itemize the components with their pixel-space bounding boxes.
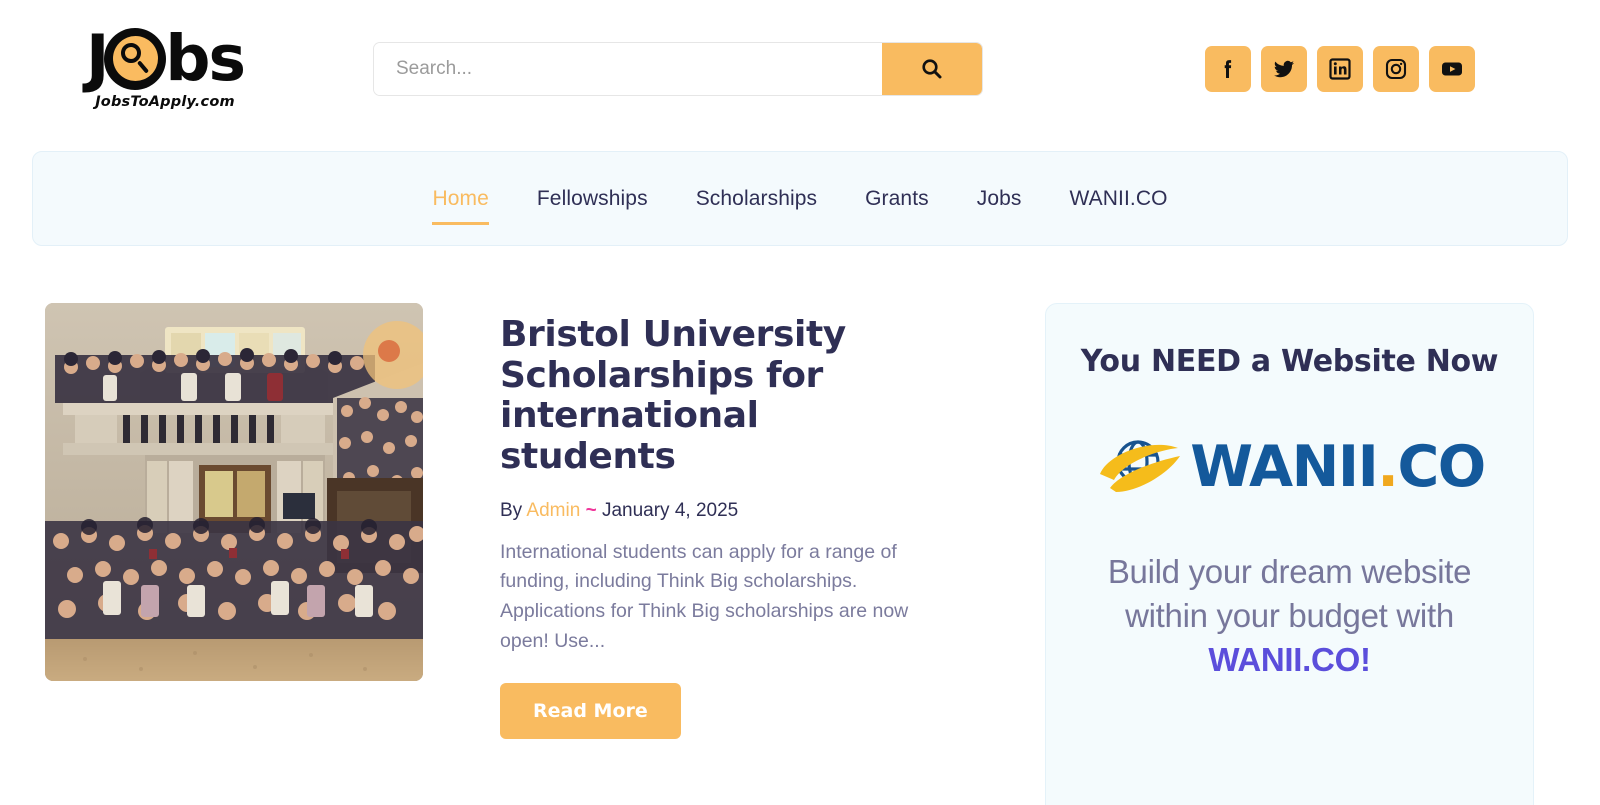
ad-tagline-suffix: ! — [1359, 640, 1371, 678]
post-title[interactable]: Bristol University Scholarships for inte… — [500, 314, 943, 478]
post-details: Bristol University Scholarships for inte… — [423, 303, 943, 740]
magnifier-in-circle-icon — [104, 27, 167, 90]
wanii-dot: . — [1377, 433, 1399, 500]
linkedin-icon — [1329, 57, 1351, 80]
post-author[interactable]: Admin — [526, 500, 580, 521]
ad-tagline-prefix: Build your dream website within your bud… — [1107, 553, 1472, 634]
social-link-youtube[interactable] — [1429, 45, 1475, 92]
ad-tagline-brand: WANII.CO — [1208, 640, 1360, 678]
post-thumbnail[interactable] — [45, 303, 423, 681]
logo-wordmark: J bs — [86, 21, 246, 95]
social-link-linkedin[interactable] — [1317, 45, 1363, 92]
logo-letters-bs: bs — [165, 21, 246, 95]
nav-item-grants[interactable]: Grants — [841, 187, 953, 211]
post-meta-separator: ~ — [585, 499, 597, 521]
logo-subtitle: JobsToApply.com — [95, 93, 235, 110]
post-card: Bristol University Scholarships for inte… — [32, 303, 1032, 740]
social-link-twitter[interactable] — [1261, 45, 1307, 92]
ad-headline: You NEED a Website Now — [1080, 344, 1499, 379]
sidebar-advertisement: You NEED a Website Now WANII.CO Build yo… — [1045, 303, 1534, 805]
ad-tagline: Build your dream website within your bud… — [1072, 550, 1507, 682]
main-navigation: Home Fellowships Scholarships Grants Job… — [32, 151, 1568, 246]
wanii-wordmark: WANII.CO — [1190, 438, 1486, 496]
social-link-facebook[interactable] — [1205, 45, 1251, 92]
social-link-instagram[interactable] — [1373, 45, 1419, 92]
search-input[interactable] — [374, 42, 882, 95]
post-meta-by-label: By — [500, 499, 523, 521]
site-logo[interactable]: J bs JobsToApply.com — [0, 21, 300, 110]
instagram-icon — [1385, 58, 1407, 79]
wanii-name: WANII — [1190, 433, 1379, 500]
nav-item-fellowships[interactable]: Fellowships — [513, 187, 672, 211]
search-submit-button[interactable] — [882, 42, 982, 95]
post-excerpt: International students can apply for a r… — [500, 540, 909, 652]
social-links — [1205, 45, 1600, 92]
search-bar — [374, 42, 982, 95]
facebook-icon — [1224, 59, 1232, 78]
post-list: Bristol University Scholarships for inte… — [32, 303, 1032, 805]
globe-with-swoosh-icon — [1100, 440, 1181, 493]
search-icon — [922, 58, 942, 78]
youtube-icon — [1442, 62, 1462, 75]
nav-item-jobs[interactable]: Jobs — [953, 187, 1046, 211]
main-content: Bristol University Scholarships for inte… — [0, 246, 1600, 805]
wanii-logo[interactable]: WANII.CO — [1072, 434, 1507, 500]
nav-item-wanii-co[interactable]: WANII.CO — [1046, 187, 1192, 211]
wanii-tld: CO — [1397, 433, 1486, 500]
group-photo-image — [45, 303, 423, 681]
read-more-button[interactable]: Read More — [500, 683, 681, 740]
nav-item-home[interactable]: Home — [408, 187, 512, 225]
post-meta: By Admin ~ January 4, 2025 — [500, 500, 943, 522]
site-header: J bs JobsToApply.com — [0, 0, 1600, 137]
nav-item-scholarships[interactable]: Scholarships — [672, 187, 841, 211]
post-date: January 4, 2025 — [601, 499, 739, 521]
twitter-icon — [1274, 60, 1294, 77]
